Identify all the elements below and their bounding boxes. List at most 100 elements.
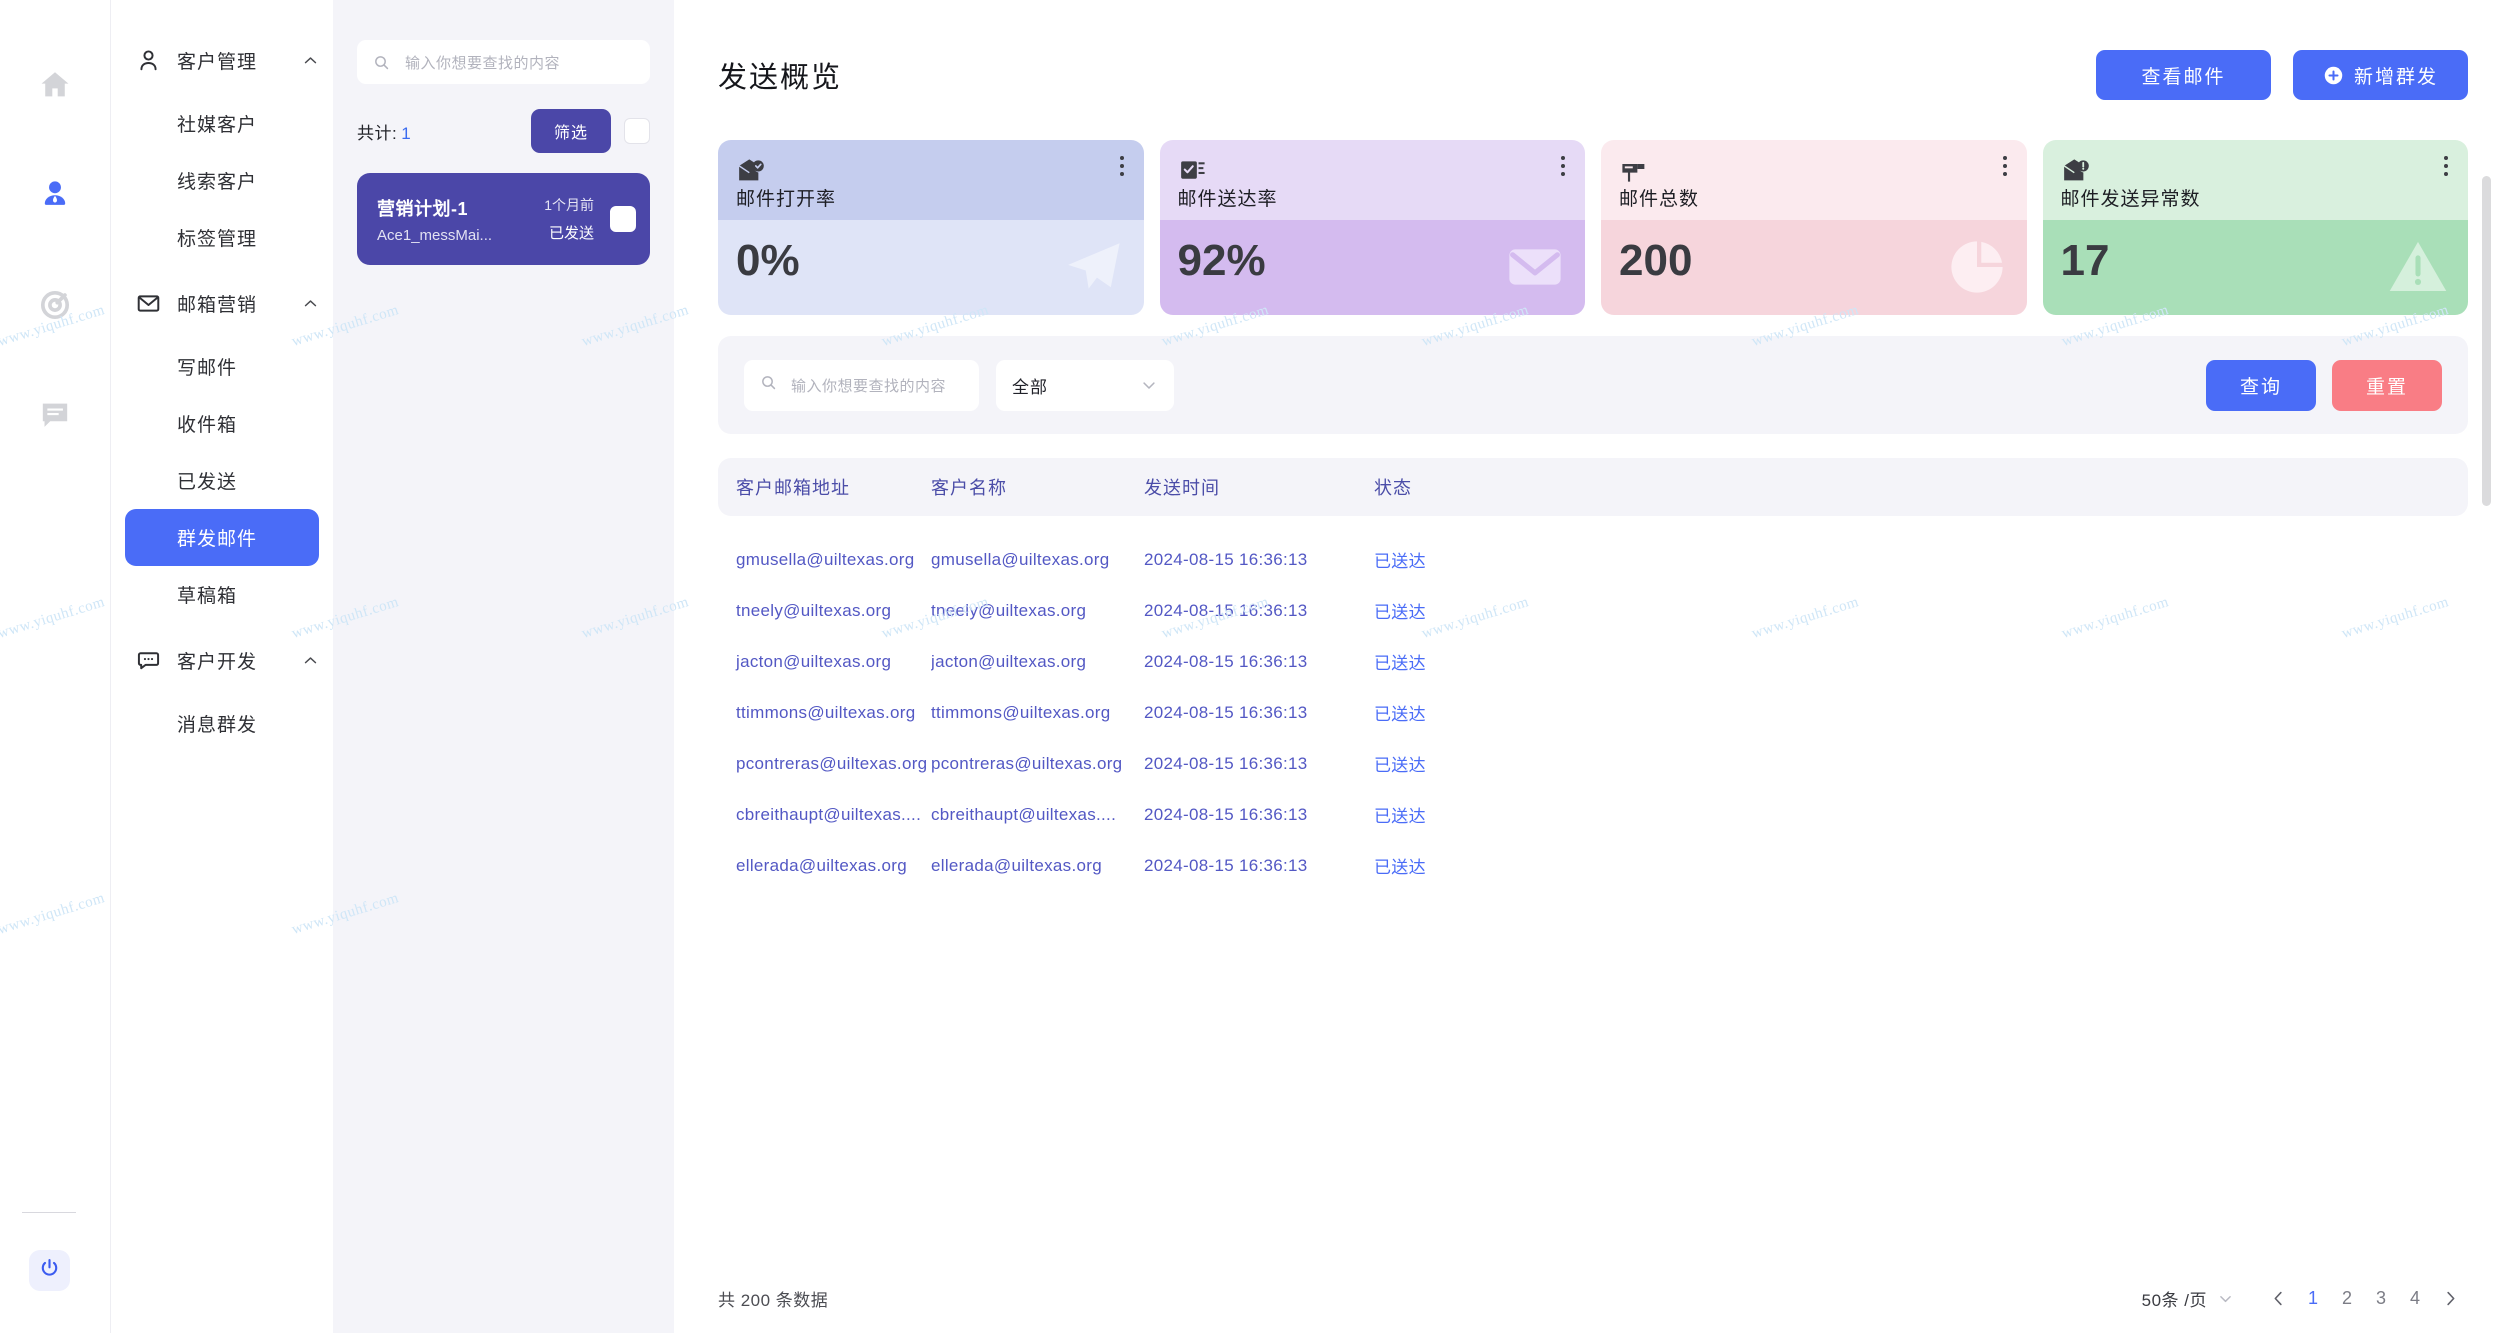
sidebar-item-lead-customers[interactable]: 线索客户 — [125, 152, 319, 209]
pagination-controls: 50条 /页 1 2 3 4 — [2142, 1280, 2468, 1316]
page-number-3[interactable]: 3 — [2364, 1280, 2398, 1316]
main-content: 发送概览 查看邮件 新增群发 邮件打开率 0% 邮件送达率 92% 邮件总数 2… — [674, 0, 2497, 1333]
stat-card-open-rate[interactable]: 邮件打开率 0% — [718, 140, 1144, 315]
stat-card-label: 邮件送达率 — [1177, 189, 1278, 210]
sidebar-item-bulk-mail[interactable]: 群发邮件 — [125, 509, 319, 566]
campaign-total-count: 1 — [401, 123, 412, 143]
cell-name: cbreithaupt@uiltexas.... — [931, 804, 1117, 824]
status-select[interactable]: 全部 — [996, 359, 1174, 411]
cell-status[interactable]: 已送达 — [1374, 547, 2468, 572]
table-row[interactable]: gmusella@uiltexas.org gmusella@uiltexas.… — [718, 534, 2468, 585]
nav-item-label: 已发送 — [177, 472, 238, 493]
campaign-checkbox[interactable] — [610, 206, 636, 232]
cell-status[interactable]: 已送达 — [1374, 853, 2468, 878]
prev-page-button[interactable] — [2260, 1280, 2296, 1316]
chevron-up-icon[interactable] — [301, 294, 319, 312]
cell-status[interactable]: 已送达 — [1374, 751, 2468, 776]
cell-status[interactable]: 已送达 — [1374, 700, 2468, 725]
stat-card-menu-button[interactable] — [2444, 156, 2448, 176]
stat-card-bottom: 0% — [718, 220, 1144, 315]
rail-item-messages[interactable] — [28, 388, 82, 442]
chevron-down-icon[interactable] — [2217, 1290, 2234, 1307]
campaign-list-meta: 共计: 1 筛选 — [357, 109, 650, 153]
query-button[interactable]: 查询 — [2206, 359, 2316, 411]
table-row[interactable]: pcontreras@uiltexas.org pcontreras@uilte… — [718, 738, 2468, 789]
table-body: gmusella@uiltexas.org gmusella@uiltexas.… — [718, 534, 2468, 891]
stat-card-label: 邮件打开率 — [736, 189, 837, 210]
sidebar-item-tag-management[interactable]: 标签管理 — [125, 209, 319, 266]
campaign-card[interactable]: 营销计划-1 Ace1_messMai... 1个月前 已发送 — [357, 173, 650, 265]
cell-name: gmusella@uiltexas.org — [931, 549, 1110, 569]
cell-name: ttimmons@uiltexas.org — [931, 702, 1111, 722]
stat-card-delivery-rate[interactable]: 邮件送达率 92% — [1159, 140, 1585, 315]
cell-status[interactable]: 已送达 — [1374, 649, 2468, 674]
vertical-scrollbar[interactable] — [2482, 176, 2491, 506]
stat-cards: 邮件打开率 0% 邮件送达率 92% 邮件总数 200 邮件发送异常数 17 — [718, 140, 2468, 315]
page-size-select[interactable]: 50条 /页 — [2142, 1286, 2207, 1311]
stat-card-menu-button[interactable] — [1561, 156, 1565, 176]
status-select-value: 全部 — [1012, 377, 1048, 397]
page-number-2[interactable]: 2 — [2330, 1280, 2364, 1316]
rail-divider — [22, 1212, 76, 1213]
table-row[interactable]: tneely@uiltexas.org tneely@uiltexas.org … — [718, 585, 2468, 636]
campaign-title: 营销计划-1 — [377, 198, 469, 219]
stat-card-bottom: 200 — [1601, 220, 2027, 315]
stat-card-bottom: 17 — [2042, 220, 2468, 315]
reset-button[interactable]: 重置 — [2332, 359, 2442, 411]
cell-email: jacton@uiltexas.org — [736, 651, 892, 671]
select-all-checkbox[interactable] — [624, 118, 650, 144]
cell-email: ttimmons@uiltexas.org — [736, 702, 916, 722]
add-campaign-button[interactable]: 新增群发 — [2293, 50, 2468, 100]
nav-group-customer-management[interactable]: 客户管理 — [111, 34, 333, 86]
stat-card-value: 92% — [1177, 236, 1266, 285]
plus-circle-icon — [2323, 65, 2344, 86]
filter-button[interactable]: 筛选 — [530, 109, 611, 153]
sidebar-item-drafts[interactable]: 草稿箱 — [125, 566, 319, 623]
sidebar-item-compose[interactable]: 写邮件 — [125, 338, 319, 395]
table-row[interactable]: ellerada@uiltexas.org ellerada@uiltexas.… — [718, 840, 2468, 891]
cell-status[interactable]: 已送达 — [1374, 802, 2468, 827]
cell-status[interactable]: 已送达 — [1374, 598, 2468, 623]
page-number-1[interactable]: 1 — [2296, 1280, 2330, 1316]
rail-item-home[interactable] — [28, 58, 82, 112]
cell-time: 2024-08-15 16:36:13 — [1144, 549, 1308, 569]
pie-icon — [1945, 235, 2009, 304]
pagination-total: 共 200 条数据 — [718, 1290, 829, 1310]
chevron-up-icon[interactable] — [301, 51, 319, 69]
nav-item-label: 消息群发 — [177, 715, 258, 736]
rail-item-customer[interactable] — [28, 168, 82, 222]
stat-card-menu-button[interactable] — [1119, 156, 1124, 176]
chevron-down-icon — [1140, 376, 1158, 394]
nav-group-email-marketing[interactable]: 邮箱营销 — [111, 277, 333, 329]
table-search-input[interactable]: 输入你想要查找的内容 — [744, 359, 979, 411]
view-mail-button[interactable]: 查看邮件 — [2096, 50, 2271, 100]
rail-item-target[interactable] — [28, 278, 82, 332]
sidebar-item-inbox[interactable]: 收件箱 — [125, 395, 319, 452]
stat-card-error-count[interactable]: 邮件发送异常数 17 — [2042, 140, 2468, 315]
page-number-4[interactable]: 4 — [2398, 1280, 2432, 1316]
table-row[interactable]: jacton@uiltexas.org jacton@uiltexas.org … — [718, 636, 2468, 687]
user-icon — [38, 178, 72, 212]
stat-card-total-mails[interactable]: 邮件总数 200 — [1601, 140, 2027, 315]
sidebar-item-message-broadcast[interactable]: 消息群发 — [125, 695, 319, 752]
table-row[interactable]: ttimmons@uiltexas.org ttimmons@uiltexas.… — [718, 687, 2468, 738]
nav-item-label: 收件箱 — [177, 415, 238, 436]
chevron-up-icon[interactable] — [301, 651, 319, 669]
sidebar-item-sent[interactable]: 已发送 — [125, 452, 319, 509]
sidebar-item-social-customers[interactable]: 社媒客户 — [125, 95, 319, 152]
pagination-bar: 共 200 条数据 50条 /页 1 2 3 4 — [718, 1263, 2468, 1333]
nav-group-customer-development[interactable]: 客户开发 — [111, 634, 333, 686]
stat-card-menu-button[interactable] — [2002, 156, 2007, 176]
next-page-button[interactable] — [2432, 1280, 2468, 1316]
cell-email: pcontreras@uiltexas.org — [736, 753, 928, 773]
table-row[interactable]: cbreithaupt@uiltexas.... cbreithaupt@uil… — [718, 789, 2468, 840]
mail-icon — [135, 290, 161, 316]
logout-button[interactable] — [29, 1250, 70, 1291]
nav-item-label: 写邮件 — [177, 358, 238, 379]
nav-item-label: 标签管理 — [177, 229, 258, 250]
sidebar-nav: 客户管理 社媒客户 线索客户 标签管理 邮箱营销 写邮件 收件箱 已发送 群发邮… — [111, 0, 333, 1333]
nav-group-label: 客户开发 — [177, 651, 258, 673]
nav-group-label: 客户管理 — [177, 51, 258, 73]
campaign-status: 已发送 — [548, 225, 594, 242]
campaign-search-input[interactable]: 输入你想要查找的内容 — [357, 40, 650, 84]
